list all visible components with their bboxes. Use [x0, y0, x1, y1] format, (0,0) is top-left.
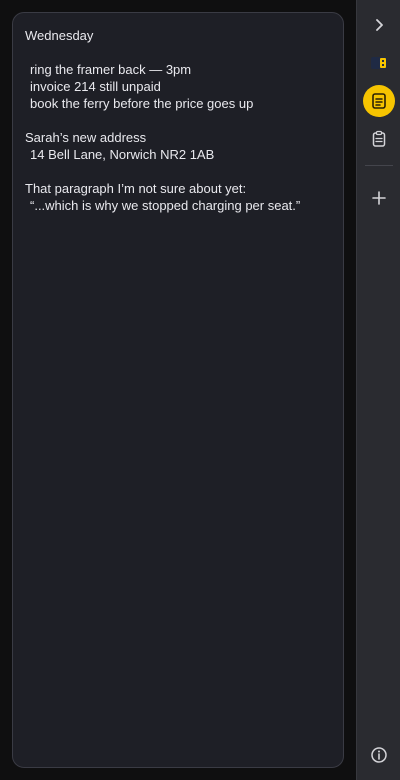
note-line: invoice 214 still unpaid: [30, 79, 161, 94]
note-blank-line: [25, 44, 331, 61]
right-sidebar: [356, 0, 400, 780]
note-blank-line: [25, 163, 331, 180]
clipboard-icon: [372, 130, 386, 147]
collapse-sidebar-button[interactable]: [363, 9, 395, 41]
info-button[interactable]: [363, 739, 395, 771]
clipboard-button[interactable]: [363, 123, 395, 155]
note-text[interactable]: Wednesday ring the framer back — 3pm inv…: [25, 27, 331, 214]
sidebar-divider: [365, 165, 393, 166]
panel-layout-button[interactable]: [363, 47, 395, 79]
app-window: Wednesday ring the framer back — 3pm inv…: [0, 0, 400, 780]
note-editor[interactable]: Wednesday ring the framer back — 3pm inv…: [12, 12, 344, 768]
notes-button[interactable]: [363, 85, 395, 117]
chevron-right-icon: [376, 19, 383, 31]
note-blank-line: [25, 112, 331, 129]
note-icon: [372, 93, 386, 109]
note-line: book the ferry before the price goes up: [30, 96, 254, 111]
panel-layout-icon: [371, 57, 387, 69]
info-icon: [371, 747, 387, 763]
plus-icon: [372, 191, 386, 205]
note-line-title: Wednesday: [25, 28, 94, 43]
add-button[interactable]: [363, 182, 395, 214]
note-line: “...which is why we stopped charging per…: [30, 198, 301, 213]
note-line: Sarah’s new address: [25, 130, 147, 145]
note-line: That paragraph I’m not sure about yet:: [25, 181, 247, 196]
note-line: ring the framer back — 3pm: [30, 62, 192, 77]
note-line: 14 Bell Lane, Norwich NR2 1AB: [30, 147, 215, 162]
